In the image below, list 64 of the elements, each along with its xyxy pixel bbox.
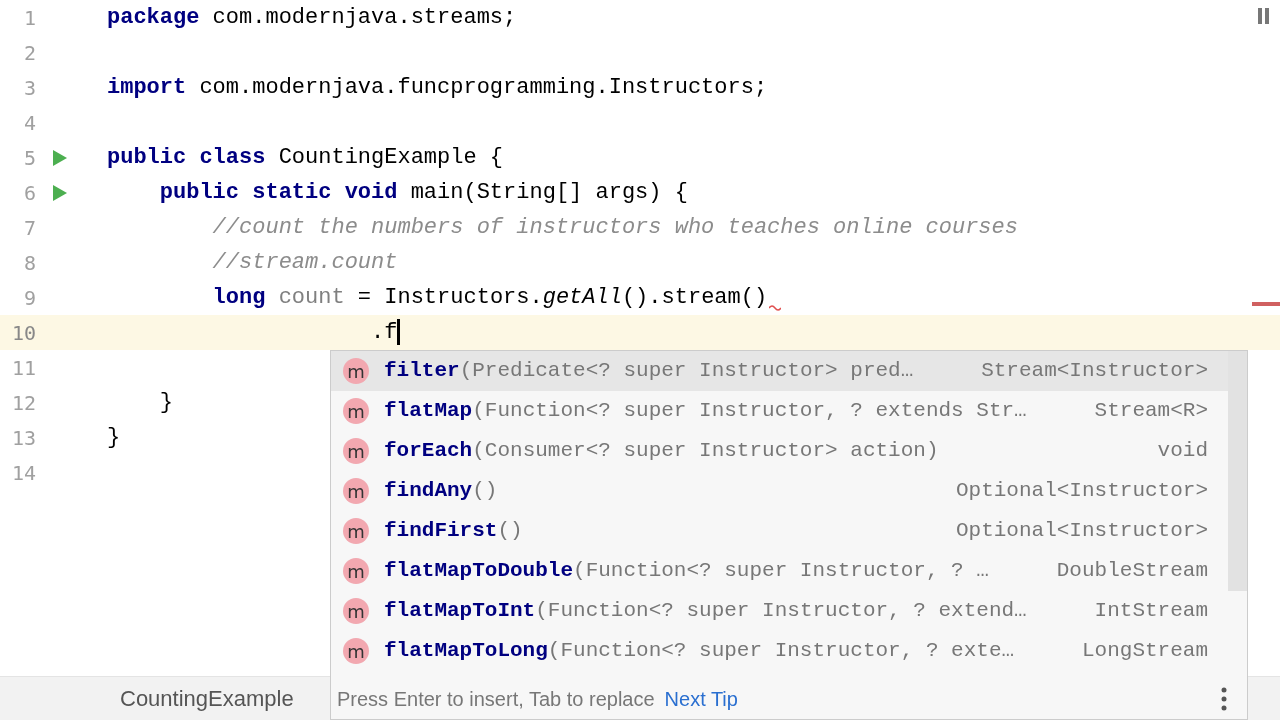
line-number: 12 bbox=[10, 389, 36, 417]
code-line: //stream.count bbox=[211, 249, 398, 277]
line-number: 10 bbox=[10, 319, 36, 347]
code-line: .f bbox=[107, 315, 401, 350]
method-signature: findFirst() bbox=[384, 518, 523, 545]
method-signature: filter(Predicate<? super Instructor> pred… bbox=[384, 358, 914, 385]
completion-item[interactable]: m flatMapToLong(Function<? super Instructor, ? exte… LongStream bbox=[331, 631, 1228, 671]
line-number: 6 bbox=[22, 179, 36, 207]
method-badge: m bbox=[343, 598, 369, 624]
code-line: import com.modernjava.funcprogramming.Instructors; bbox=[107, 74, 768, 102]
breadcrumb[interactable]: CountingExample bbox=[120, 686, 294, 712]
return-type: Optional<Instructor> bbox=[955, 478, 1208, 505]
completion-item[interactable]: m filter(Predicate<? super Instructor> pred… Stream<Instructor> bbox=[331, 351, 1228, 391]
method-signature: flatMap(Function<? super Instructor, ? extends Str… bbox=[384, 398, 1027, 425]
code-line: } bbox=[107, 424, 121, 452]
completion-item[interactable]: m findAny() Optional<Instructor> bbox=[331, 471, 1228, 511]
code-line: package com.modernjava.streams; bbox=[107, 4, 517, 32]
hint-text: Press Enter to insert, Tab to replace bbox=[337, 687, 655, 712]
completion-item[interactable]: m flatMapToInt(Function<? super Instructor, ? extend… IntStream bbox=[331, 591, 1228, 631]
method-signature: flatMapToLong(Function<? super Instructor, ? exte… bbox=[384, 638, 1015, 665]
line-number: 2 bbox=[22, 39, 36, 67]
completion-item[interactable]: m flatMapToDouble(Function<? super Instructor, ? … DoubleStream bbox=[331, 551, 1228, 591]
return-type: Stream<Instructor> bbox=[981, 358, 1208, 385]
method-signature: findAny() bbox=[384, 478, 498, 505]
method-badge: m bbox=[343, 358, 369, 384]
return-type: LongStream bbox=[1081, 638, 1208, 665]
line-number: 14 bbox=[10, 459, 36, 487]
line-number: 4 bbox=[22, 109, 36, 137]
method-signature: flatMapToDouble(Function<? super Instructor, ? … bbox=[384, 558, 989, 585]
method-badge: m bbox=[343, 438, 369, 464]
line-number: 1 bbox=[22, 4, 36, 32]
line-number: 11 bbox=[10, 354, 36, 382]
scrollbar-thumb[interactable] bbox=[1228, 351, 1247, 591]
return-type: void bbox=[1157, 438, 1208, 465]
code-line: } bbox=[158, 389, 173, 417]
code-line: public class CountingExample { bbox=[107, 144, 504, 172]
method-signature: forEach(Consumer<? super Instructor> action) bbox=[384, 438, 939, 465]
line-number: 9 bbox=[22, 284, 36, 312]
completion-item[interactable]: m findFirst() Optional<Instructor> bbox=[331, 511, 1228, 551]
method-badge: m bbox=[343, 398, 369, 424]
run-icon[interactable] bbox=[52, 183, 68, 202]
method-badge: m bbox=[343, 518, 369, 544]
method-badge: m bbox=[343, 638, 369, 664]
code-line: //count the numbers of instructors who teaches online courses bbox=[211, 214, 1018, 242]
more-icon[interactable] bbox=[1221, 687, 1227, 711]
line-number: 8 bbox=[22, 249, 36, 277]
method-badge: m bbox=[343, 558, 369, 584]
return-type: IntStream bbox=[1094, 598, 1208, 625]
return-type: Stream<R> bbox=[1094, 398, 1208, 425]
line-number: 13 bbox=[10, 424, 36, 452]
return-type: Optional<Instructor> bbox=[955, 518, 1208, 545]
return-type: DoubleStream bbox=[1056, 558, 1208, 585]
run-icon[interactable] bbox=[52, 148, 68, 167]
next-tip-link[interactable]: Next Tip bbox=[664, 684, 738, 714]
method-signature: flatMapToInt(Function<? super Instructor, ? extend… bbox=[384, 598, 1027, 625]
line-number: 3 bbox=[22, 74, 36, 102]
line-number: 5 bbox=[22, 144, 36, 172]
completion-item[interactable]: m forEach(Consumer<? super Instructor> action) void bbox=[331, 431, 1228, 471]
code-line: public static void main(String[] args) { bbox=[158, 179, 688, 207]
line-number: 7 bbox=[22, 214, 36, 242]
method-badge: m bbox=[343, 478, 369, 504]
code-line: long count = Instructors.getAll().stream() bbox=[211, 284, 768, 312]
completion-item[interactable]: m flatMap(Function<? super Instructor, ? extends Str… Stream<R> bbox=[331, 391, 1228, 431]
pause-icon[interactable] bbox=[1258, 8, 1270, 24]
